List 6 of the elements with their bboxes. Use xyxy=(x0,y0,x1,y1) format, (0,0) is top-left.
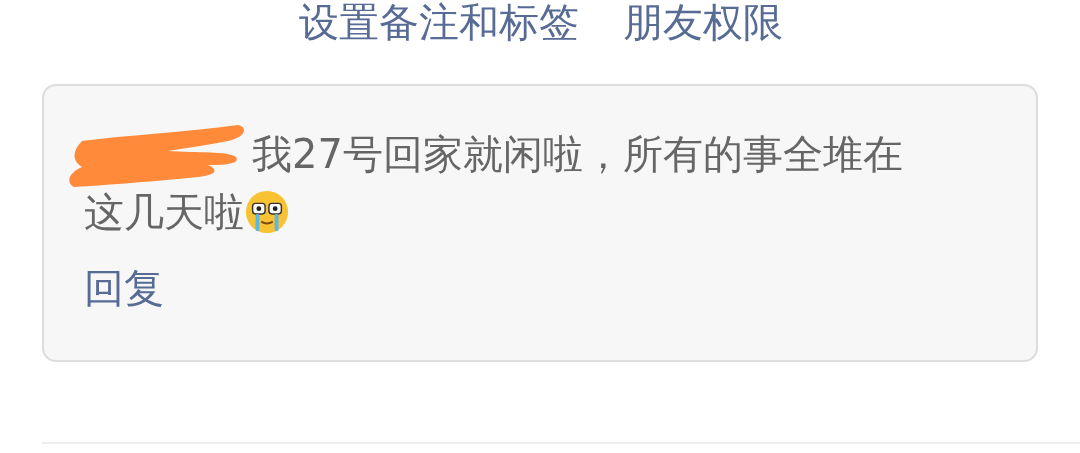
header-link[interactable]: 朋友权限 xyxy=(623,0,783,84)
reply-link[interactable]: 回复 xyxy=(84,259,946,317)
comment-text: 这几天啦 xyxy=(84,188,244,237)
crying-face-icon xyxy=(244,189,290,235)
header-link[interactable]: 设置备注和标签 xyxy=(299,0,579,84)
comment-text: 我27号回家就闲啦，所有的事全堆在 xyxy=(252,130,903,179)
